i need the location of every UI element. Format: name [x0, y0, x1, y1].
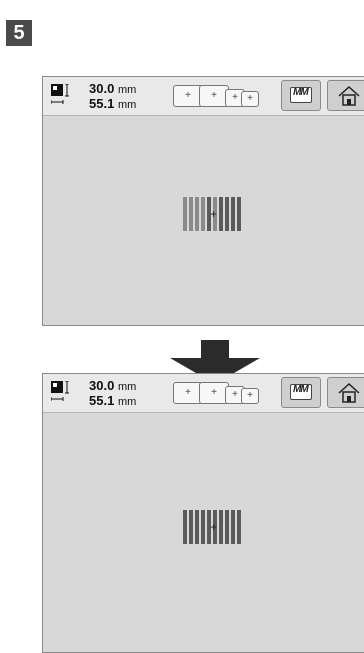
pattern-icon-label: MM — [293, 384, 309, 395]
zoom-plus-icon: + — [247, 93, 253, 104]
zoom-plus-icon: + — [185, 387, 191, 398]
size-frame-icon — [51, 84, 69, 104]
embroidery-pattern-icon: MM — [290, 384, 312, 400]
pattern-size-readout: 30.0 mm 55.1 mm — [89, 379, 136, 409]
embroidery-screen-before: 30.0 mm 55.1 mm + + + + MM + — [42, 76, 364, 326]
zoom-buttons: + + + + — [173, 83, 263, 109]
zoom-plus-icon: + — [185, 90, 191, 101]
embroidery-screen-after: 30.0 mm 55.1 mm + + + + MM + — [42, 373, 364, 653]
zoom-plus-icon: + — [211, 387, 217, 398]
center-cursor-icon: + — [210, 207, 218, 221]
home-icon — [338, 383, 360, 403]
home-button[interactable] — [327, 80, 364, 111]
pattern-button[interactable]: MM — [281, 80, 321, 111]
height-value: 55.1 — [89, 96, 115, 111]
toolbar: 30.0 mm 55.1 mm + + + + MM — [43, 77, 364, 116]
pattern-icon-label: MM — [293, 87, 309, 98]
embroidery-pattern-preview[interactable]: + — [183, 197, 245, 231]
toolbar: 30.0 mm 55.1 mm + + + + MM — [43, 374, 364, 413]
width-unit: mm — [117, 84, 137, 96]
home-icon — [338, 86, 360, 106]
zoom-200-button[interactable]: + — [241, 91, 259, 107]
zoom-plus-icon: + — [247, 390, 253, 401]
width-value: 30.0 — [89, 378, 115, 393]
zoom-plus-icon: + — [232, 389, 238, 400]
zoom-200-button[interactable]: + — [241, 388, 259, 404]
height-value: 55.1 — [89, 393, 115, 408]
width-unit: mm — [117, 381, 137, 393]
embroidery-pattern-preview[interactable]: + — [183, 510, 245, 544]
step-number-badge: 5 — [6, 20, 32, 46]
height-unit: mm — [117, 99, 137, 111]
height-unit: mm — [117, 396, 137, 408]
zoom-plus-icon: + — [211, 90, 217, 101]
zoom-buttons: + + + + — [173, 380, 263, 406]
pattern-size-readout: 30.0 mm 55.1 mm — [89, 82, 136, 112]
home-button[interactable] — [327, 377, 364, 408]
embroidery-pattern-icon: MM — [290, 87, 312, 103]
pattern-button[interactable]: MM — [281, 377, 321, 408]
width-value: 30.0 — [89, 81, 115, 96]
center-cursor-icon: + — [210, 520, 218, 534]
zoom-plus-icon: + — [232, 92, 238, 103]
size-frame-icon — [51, 381, 69, 401]
